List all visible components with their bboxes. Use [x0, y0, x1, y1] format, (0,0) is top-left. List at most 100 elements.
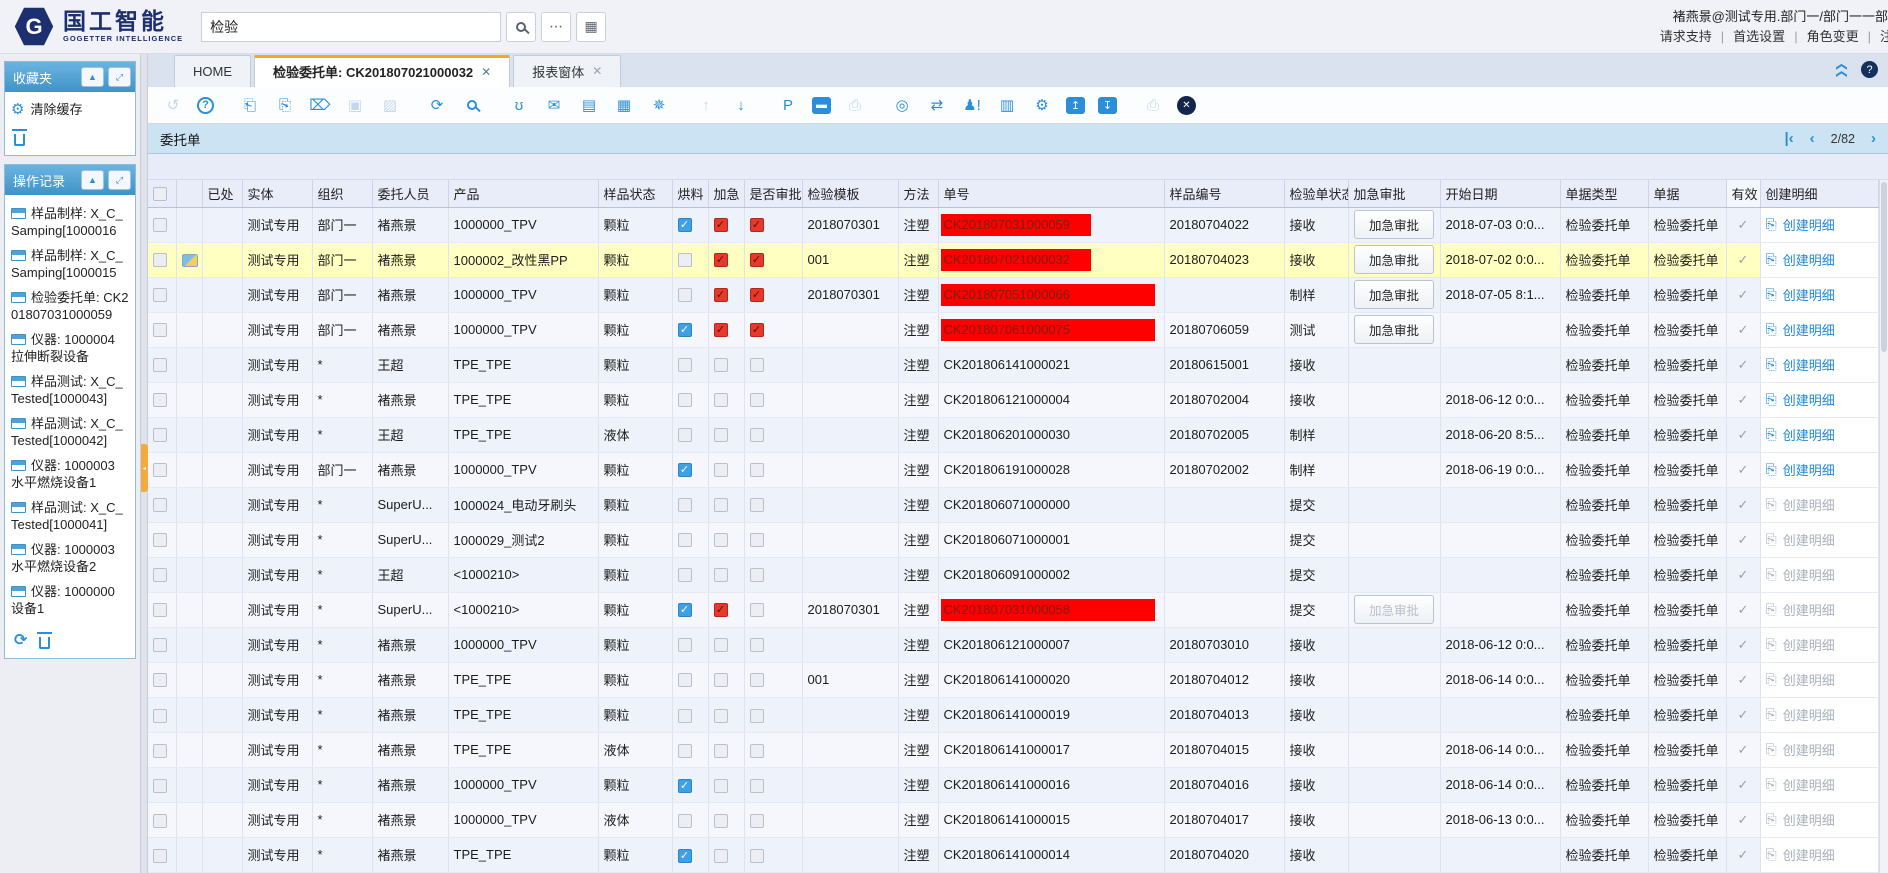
refresh-icon[interactable]: ⟳	[426, 94, 448, 116]
create-detail-button[interactable]: ⎘创建明细	[1766, 775, 1873, 794]
trash-icon[interactable]	[39, 637, 50, 649]
create-detail-button[interactable]: ⎘创建明细	[1766, 600, 1873, 619]
urgent-checkbox[interactable]	[714, 533, 728, 547]
baking-checkbox[interactable]	[678, 253, 692, 267]
row-select-checkbox[interactable]	[153, 779, 167, 793]
column-header-5[interactable]: 委托人员	[372, 180, 448, 207]
server-icon[interactable]: ▥	[996, 94, 1018, 116]
create-detail-button[interactable]: ⎘创建明细	[1766, 635, 1873, 654]
baking-checkbox[interactable]	[678, 393, 692, 407]
approved-checkbox[interactable]	[750, 358, 764, 372]
approved-checkbox[interactable]	[750, 849, 764, 863]
table-row[interactable]: 测试专用*褚燕景1000000_TPV液体注塑CK201806141000015…	[148, 802, 1878, 837]
approved-checkbox[interactable]	[750, 428, 764, 442]
history-item[interactable]: 仪器: 1000003 水平燃烧设备1	[11, 457, 130, 491]
row-select-checkbox[interactable]	[153, 358, 167, 372]
row-select-checkbox[interactable]	[153, 533, 167, 547]
baking-checkbox[interactable]: ✓	[678, 218, 692, 232]
urgent-checkbox[interactable]	[714, 814, 728, 828]
sidebar-splitter[interactable]: ◂	[140, 54, 148, 873]
column-header-21[interactable]: 创建明细	[1760, 180, 1878, 207]
column-header-0[interactable]	[148, 180, 176, 207]
create-detail-button[interactable]: ⎘创建明细	[1766, 215, 1873, 234]
approved-checkbox[interactable]	[750, 533, 764, 547]
urgent-approve-button[interactable]: 加急审批	[1354, 210, 1434, 239]
column-header-15[interactable]: 检验单状态	[1284, 180, 1348, 207]
create-detail-button[interactable]: ⎘创建明细	[1766, 250, 1873, 269]
table-row[interactable]: 测试专用*褚燕景1000000_TPV颗粒✓注塑CK20180614100001…	[148, 767, 1878, 802]
first-page-icon[interactable]: |‹	[1784, 130, 1793, 147]
urgent-checkbox[interactable]: ✓	[714, 323, 728, 337]
download-icon[interactable]: ↓	[730, 94, 752, 116]
approved-checkbox[interactable]: ✓	[750, 253, 764, 267]
column-header-6[interactable]: 产品	[448, 180, 598, 207]
doc-export-icon[interactable]: ↥	[1066, 97, 1085, 114]
create-detail-button[interactable]: ⎘创建明细	[1766, 320, 1873, 339]
person-alert-icon[interactable]: ♟!	[961, 94, 983, 116]
approved-checkbox[interactable]: ✓	[750, 218, 764, 232]
urgent-checkbox[interactable]	[714, 428, 728, 442]
history-item[interactable]: 样品测试: X_C_Tested[1000043]	[11, 373, 130, 407]
row-select-checkbox[interactable]	[153, 498, 167, 512]
row-select-checkbox[interactable]	[153, 218, 167, 232]
row-select-checkbox[interactable]	[153, 744, 167, 758]
expand-panel-button[interactable]: ⤢	[108, 170, 131, 190]
table-row[interactable]: 测试专用*褚燕景TPE_TPE颗粒✓注塑CK201806141000014201…	[148, 837, 1878, 872]
row-select-checkbox[interactable]	[153, 463, 167, 477]
create-detail-button[interactable]: ⎘创建明细	[1766, 810, 1873, 829]
block-icon[interactable]: ✕	[1177, 96, 1196, 115]
baking-checkbox[interactable]: ✓	[678, 779, 692, 793]
tab-report-form[interactable]: 报表窗体✕	[513, 55, 621, 87]
row-select-checkbox[interactable]	[153, 814, 167, 828]
create-detail-button[interactable]: ⎘创建明细	[1766, 285, 1873, 304]
table-row[interactable]: 测试专用部门一褚燕景1000000_TPV颗粒✓✓2018070301注塑CK2…	[148, 277, 1878, 312]
table-row[interactable]: 测试专用*SuperU...<1000210>颗粒✓✓2018070301注塑C…	[148, 592, 1878, 627]
search-icon[interactable]	[461, 94, 483, 116]
approved-checkbox[interactable]	[750, 673, 764, 687]
approved-checkbox[interactable]	[750, 744, 764, 758]
baking-checkbox[interactable]	[678, 744, 692, 758]
select-all-checkbox[interactable]	[153, 187, 167, 201]
create-detail-button[interactable]: ⎘创建明细	[1766, 845, 1873, 864]
column-header-18[interactable]: 单据类型	[1560, 180, 1648, 207]
urgent-approve-button[interactable]: 加急审批	[1354, 315, 1434, 344]
history-item[interactable]: 样品制样: X_C_Samping[1000016	[11, 205, 130, 239]
approved-checkbox[interactable]	[750, 603, 764, 617]
approved-checkbox[interactable]	[750, 393, 764, 407]
table-row[interactable]: 测试专用*王超<1000210>颗粒注塑CK201806091000002提交检…	[148, 557, 1878, 592]
history-item[interactable]: 仪器: 1000003 水平燃烧设备2	[11, 541, 130, 575]
baking-checkbox[interactable]: ✓	[678, 323, 692, 337]
approved-checkbox[interactable]	[750, 498, 764, 512]
more-button[interactable]: ⋯	[541, 12, 571, 42]
urgent-approve-button[interactable]: 加急审批	[1354, 245, 1434, 274]
baking-checkbox[interactable]	[678, 673, 692, 687]
stamp-icon[interactable]: ⎙	[1142, 94, 1164, 116]
history-item[interactable]: 样品测试: X_C_Tested[1000041]	[11, 499, 130, 533]
urgent-checkbox[interactable]	[714, 358, 728, 372]
row-select-checkbox[interactable]	[153, 849, 167, 863]
urgent-checkbox[interactable]: ✓	[714, 603, 728, 617]
approved-checkbox[interactable]: ✓	[750, 288, 764, 302]
column-header-11[interactable]: 检验模板	[802, 180, 898, 207]
new-doc-icon[interactable]: ⎗	[239, 94, 261, 116]
table-row[interactable]: 测试专用*王超TPE_TPE液体注塑CK20180620100003020180…	[148, 417, 1878, 452]
column-header-12[interactable]: 方法	[898, 180, 938, 207]
prev-page-icon[interactable]: ‹	[1810, 130, 1815, 147]
urgent-checkbox[interactable]	[714, 849, 728, 863]
table-row[interactable]: 测试专用部门一褚燕景1000000_TPV颗粒✓注塑CK201806191000…	[148, 452, 1878, 487]
baking-checkbox[interactable]	[678, 568, 692, 582]
undo-icon[interactable]: ↺	[162, 94, 184, 116]
column-header-8[interactable]: 烘料	[672, 180, 708, 207]
magic-wand-icon[interactable]: ✵	[648, 94, 670, 116]
create-detail-button[interactable]: ⎘创建明细	[1766, 495, 1873, 514]
top-link-1[interactable]: 首选设置	[1733, 29, 1785, 44]
collapse-panel-button[interactable]: ▲	[81, 170, 104, 190]
upload-icon[interactable]: ↑	[695, 94, 717, 116]
table-row[interactable]: 测试专用*褚燕景TPE_TPE液体注塑CK2018061410000172018…	[148, 732, 1878, 767]
baking-checkbox[interactable]: ✓	[678, 603, 692, 617]
row-select-checkbox[interactable]	[153, 323, 167, 337]
row-select-checkbox[interactable]	[153, 603, 167, 617]
workflow-icon[interactable]: ⇄	[926, 94, 948, 116]
approved-checkbox[interactable]: ✓	[750, 323, 764, 337]
column-header-14[interactable]: 样品编号	[1164, 180, 1284, 207]
